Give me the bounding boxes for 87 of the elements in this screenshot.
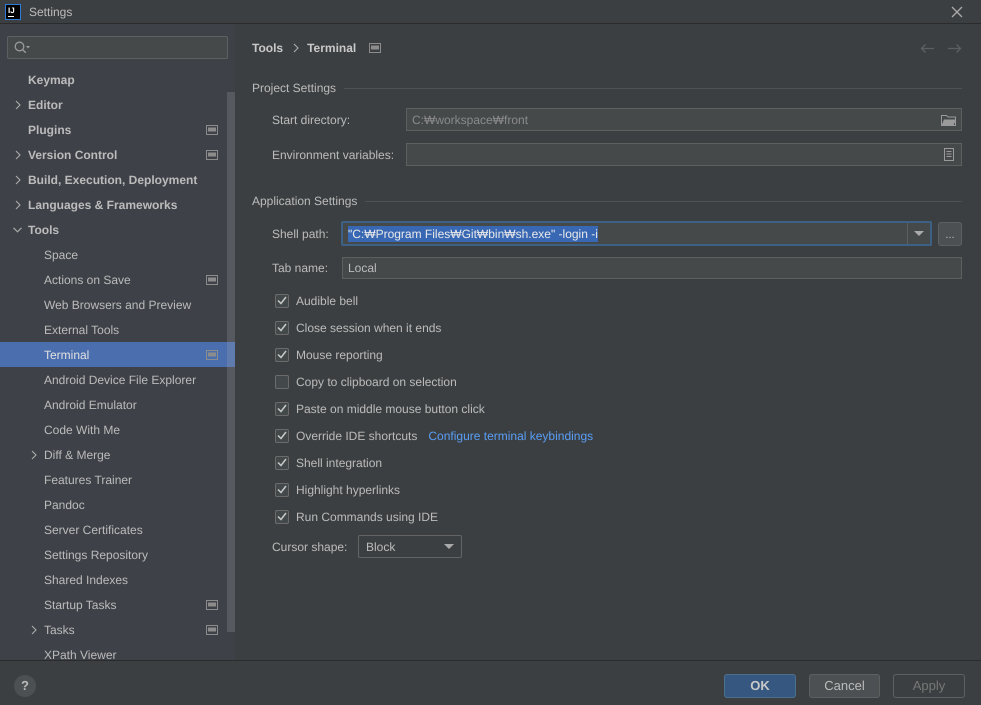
checkmark-icon — [277, 323, 287, 332]
search-icon — [14, 41, 30, 54]
tree-item[interactable]: Code With Me — [0, 417, 235, 442]
tree-item[interactable]: Tasks — [0, 617, 235, 642]
checkbox-label[interactable]: Copy to clipboard on selection — [296, 372, 457, 390]
tree-item[interactable]: Space — [0, 242, 235, 267]
window-title: Settings — [29, 4, 72, 20]
tab-name-field[interactable]: Local — [342, 257, 962, 279]
checkbox[interactable] — [275, 428, 289, 442]
close-icon[interactable] — [951, 6, 963, 18]
checkmark-icon — [277, 404, 287, 413]
tree-item[interactable]: Server Certificates — [0, 517, 235, 542]
checkbox-label[interactable]: Close session when it ends — [296, 318, 442, 336]
tree-item[interactable]: Diff & Merge — [0, 442, 235, 467]
checkbox[interactable] — [275, 374, 289, 388]
chevron-right-icon[interactable] — [31, 450, 37, 460]
keybindings-link[interactable]: Configure terminal keybindings — [428, 426, 594, 444]
field-label: Start directory: — [272, 112, 352, 128]
tree-item[interactable]: Startup Tasks — [0, 592, 235, 617]
checkbox-label[interactable]: Audible bell — [296, 292, 358, 310]
caret-icon — [444, 544, 454, 549]
tree-item[interactable]: Terminal — [0, 342, 235, 367]
chevron-right-icon[interactable] — [15, 200, 21, 210]
checkbox-label[interactable]: Shell integration — [296, 454, 382, 472]
tree-item[interactable]: Web Browsers and Preview — [0, 292, 235, 317]
search-field[interactable] — [7, 36, 228, 59]
dialog-button[interactable]: OK — [724, 674, 796, 698]
chevron-right-icon[interactable] — [31, 624, 37, 634]
checkbox[interactable] — [275, 482, 289, 496]
cursor-shape-dropdown[interactable]: Block — [358, 535, 462, 558]
field-label: Environment variables: — [272, 146, 396, 164]
shell-path-field[interactable]: "C:₩Program Files₩Git₩bin₩sh.exe" -login -i — [341, 221, 932, 246]
scrollbar-thumb[interactable] — [227, 92, 235, 632]
breadcrumb-item[interactable]: Terminal — [307, 39, 356, 57]
checkbox[interactable] — [275, 510, 289, 524]
tree-item[interactable]: Android Device File Explorer — [0, 367, 235, 392]
checkmark-icon — [277, 296, 287, 305]
field-label: Cursor shape: — [272, 538, 348, 556]
checkmark-icon — [277, 485, 287, 494]
chevron-right-icon[interactable] — [15, 174, 21, 184]
tree-item[interactable]: Pandoc — [0, 492, 235, 517]
checkmark-icon — [277, 512, 287, 521]
breadcrumb-item[interactable]: Tools — [252, 39, 284, 57]
tree-item[interactable]: Plugins — [0, 117, 235, 142]
tree-item[interactable]: Shared Indexes — [0, 567, 235, 592]
field-label: Shell path: — [272, 226, 330, 242]
document-icon[interactable] — [944, 148, 954, 161]
tree-item[interactable]: Android Emulator — [0, 392, 235, 417]
directory-field[interactable]: C:₩workspace₩front — [406, 108, 962, 131]
tree-item[interactable]: Settings Repository — [0, 542, 235, 567]
chevron-right-icon[interactable] — [15, 150, 21, 160]
tree-item[interactable]: Keymap — [0, 67, 235, 92]
section-title: Project Settings — [252, 80, 336, 97]
tree-item[interactable]: Editor — [0, 92, 235, 117]
tree-item[interactable]: Build, Execution, Deployment — [0, 167, 235, 192]
checkmark-icon — [277, 431, 287, 440]
app-logo: IJ — [5, 4, 21, 20]
checkbox-label[interactable]: Run Commands using IDE — [296, 508, 438, 526]
checkmark-icon — [277, 350, 287, 359]
checkbox-label[interactable]: Override IDE shortcuts — [296, 426, 418, 444]
browse-button[interactable]: ... — [938, 222, 962, 246]
tree-item[interactable]: Tools — [0, 217, 235, 242]
caret-icon[interactable] — [914, 231, 924, 236]
chevron-down-icon[interactable] — [13, 226, 22, 232]
tree-item[interactable]: External Tools — [0, 317, 235, 342]
tree-item[interactable]: XPath Viewer — [0, 642, 235, 660]
checkbox[interactable] — [275, 320, 289, 334]
tree-item[interactable]: Features Trainer — [0, 467, 235, 492]
dialog-button[interactable]: Cancel — [809, 674, 880, 698]
tree-item[interactable]: Languages & Frameworks — [0, 192, 235, 217]
chevron-right-icon — [293, 43, 300, 53]
checkbox[interactable] — [275, 402, 289, 416]
help-button[interactable]: ? — [14, 674, 36, 696]
checkbox[interactable] — [275, 456, 289, 470]
tree-item[interactable]: Version Control — [0, 142, 235, 167]
checkmark-icon — [277, 458, 287, 467]
section-title: Application Settings — [252, 193, 358, 210]
checkbox-label[interactable]: Highlight hyperlinks — [296, 480, 400, 498]
field-label: Tab name: — [272, 260, 330, 277]
checkbox-label[interactable]: Mouse reporting — [296, 346, 383, 364]
chevron-right-icon[interactable] — [15, 100, 21, 110]
checkbox[interactable] — [275, 294, 289, 308]
environment-field[interactable] — [406, 143, 962, 166]
folder-icon[interactable] — [941, 114, 956, 126]
tree-item[interactable]: Actions on Save — [0, 267, 235, 292]
checkbox[interactable] — [275, 348, 289, 362]
checkbox-label[interactable]: Paste on middle mouse button click — [296, 400, 485, 418]
